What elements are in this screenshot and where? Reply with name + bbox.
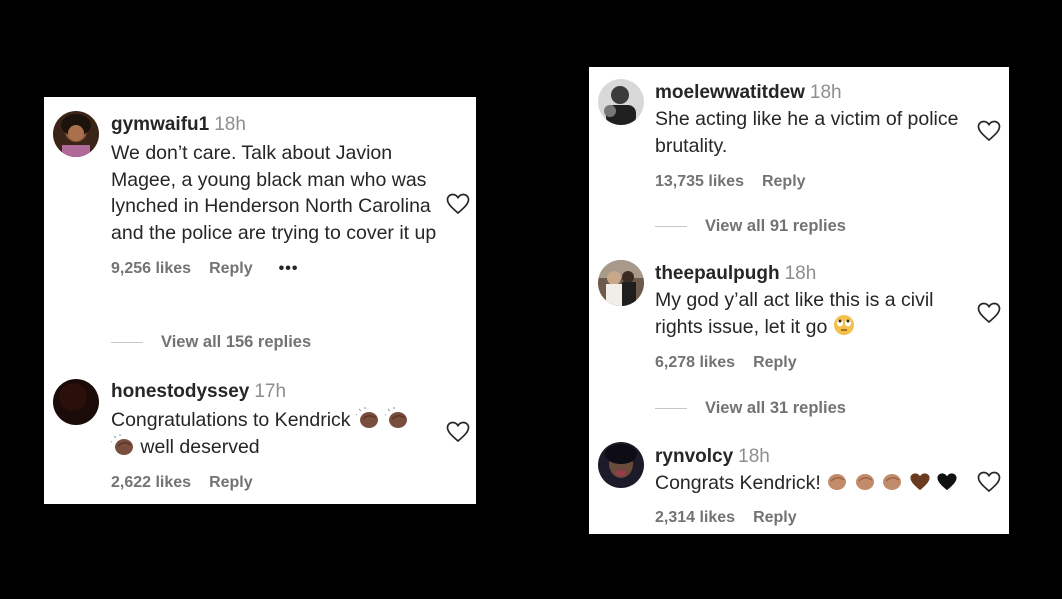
replies-divider	[111, 342, 143, 344]
comment-theepaulpugh: theepaulpugh 18h My god y’all act like th…	[589, 249, 1009, 429]
clapping-hands-icon	[855, 474, 874, 490]
comment-text-start: Congratulations to Kendrick	[111, 409, 351, 431]
comment-moelewwatitdew: moelewwatitdew 18h She acting like he a v…	[589, 67, 1009, 247]
likes-count[interactable]: 9,256 likes	[111, 260, 191, 277]
clapping-hands-icon	[385, 407, 408, 428]
view-replies-button[interactable]: View all 31 replies	[655, 399, 846, 418]
reply-button[interactable]: Reply	[762, 173, 806, 190]
like-heart-icon[interactable]	[446, 193, 470, 215]
comment-honestodyssey: honestodyssey 17h Congratulations to Kend…	[44, 367, 476, 504]
reply-button[interactable]: Reply	[209, 260, 253, 277]
clapping-hands-icon	[828, 474, 847, 490]
comment-text: My god y’all act like this is a civil ri…	[655, 287, 985, 340]
comment-text: We don’t care. Talk about Javion Magee, …	[111, 142, 437, 244]
timestamp[interactable]: 18h	[810, 82, 842, 103]
timestamp[interactable]: 18h	[214, 114, 246, 135]
view-replies-button[interactable]: View all 91 replies	[655, 217, 846, 236]
comment-text-body: Congrats Kendrick!	[655, 472, 821, 494]
view-replies-label[interactable]: View all 156 replies	[161, 333, 311, 351]
replies-divider	[655, 226, 687, 228]
rolling-eyes-icon	[833, 314, 854, 335]
black-heart-icon	[937, 473, 957, 491]
comment-text-end: well deserved	[140, 435, 260, 458]
timestamp[interactable]: 17h	[254, 381, 286, 402]
likes-count[interactable]: 13,735 likes	[655, 173, 744, 190]
timestamp[interactable]: 18h	[738, 446, 770, 467]
likes-count[interactable]: 2,314 likes	[655, 509, 735, 526]
comment-text: Congrats Kendrick!	[655, 470, 995, 497]
replies-divider	[655, 408, 687, 410]
like-heart-icon[interactable]	[446, 421, 470, 443]
view-replies-button[interactable]: View all 156 replies	[111, 333, 311, 352]
timestamp[interactable]: 18h	[785, 263, 817, 284]
like-heart-icon[interactable]	[977, 120, 1001, 142]
username[interactable]: gymwaifu1	[111, 114, 209, 135]
username[interactable]: rynvolcy	[655, 446, 733, 467]
likes-count[interactable]: 6,278 likes	[655, 354, 735, 371]
comment-rynvolcy: rynvolcy 18h Congrats Kendrick! 2,314 lik…	[589, 432, 1009, 532]
like-heart-icon[interactable]	[977, 302, 1001, 324]
avatar[interactable]	[53, 111, 99, 157]
comments-panel-right: moelewwatitdew 18h She acting like he a v…	[589, 67, 1009, 534]
username[interactable]: honestodyssey	[111, 381, 249, 402]
avatar[interactable]	[598, 260, 644, 306]
comment-text: She acting like he a victim of police br…	[655, 108, 959, 157]
reply-button[interactable]: Reply	[209, 474, 253, 491]
avatar[interactable]	[53, 379, 99, 425]
username[interactable]: theepaulpugh	[655, 263, 780, 284]
comment-text: Congratulations to Kendrick well deserve…	[111, 407, 441, 460]
like-heart-icon[interactable]	[977, 471, 1001, 493]
comments-panel-left: gymwaifu1 18h We don’t care. Talk about J…	[44, 97, 476, 504]
more-options-icon[interactable]: •••	[279, 260, 299, 277]
reply-button[interactable]: Reply	[753, 509, 797, 526]
reply-button[interactable]: Reply	[753, 354, 797, 371]
brown-heart-icon	[909, 473, 930, 491]
avatar[interactable]	[598, 79, 644, 125]
comment-gymwaifu1: gymwaifu1 18h We don’t care. Talk about J…	[44, 97, 476, 367]
view-replies-label[interactable]: View all 91 replies	[705, 217, 846, 235]
clapping-hands-icon	[111, 433, 133, 455]
comment-text-body: My god y’all act like this is a civil ri…	[655, 289, 934, 338]
clapping-hands-icon	[355, 407, 378, 428]
avatar[interactable]	[598, 442, 644, 488]
username[interactable]: moelewwatitdew	[655, 82, 805, 103]
view-replies-label[interactable]: View all 31 replies	[705, 399, 846, 417]
likes-count[interactable]: 2,622 likes	[111, 474, 191, 491]
clapping-hands-icon	[883, 474, 902, 490]
